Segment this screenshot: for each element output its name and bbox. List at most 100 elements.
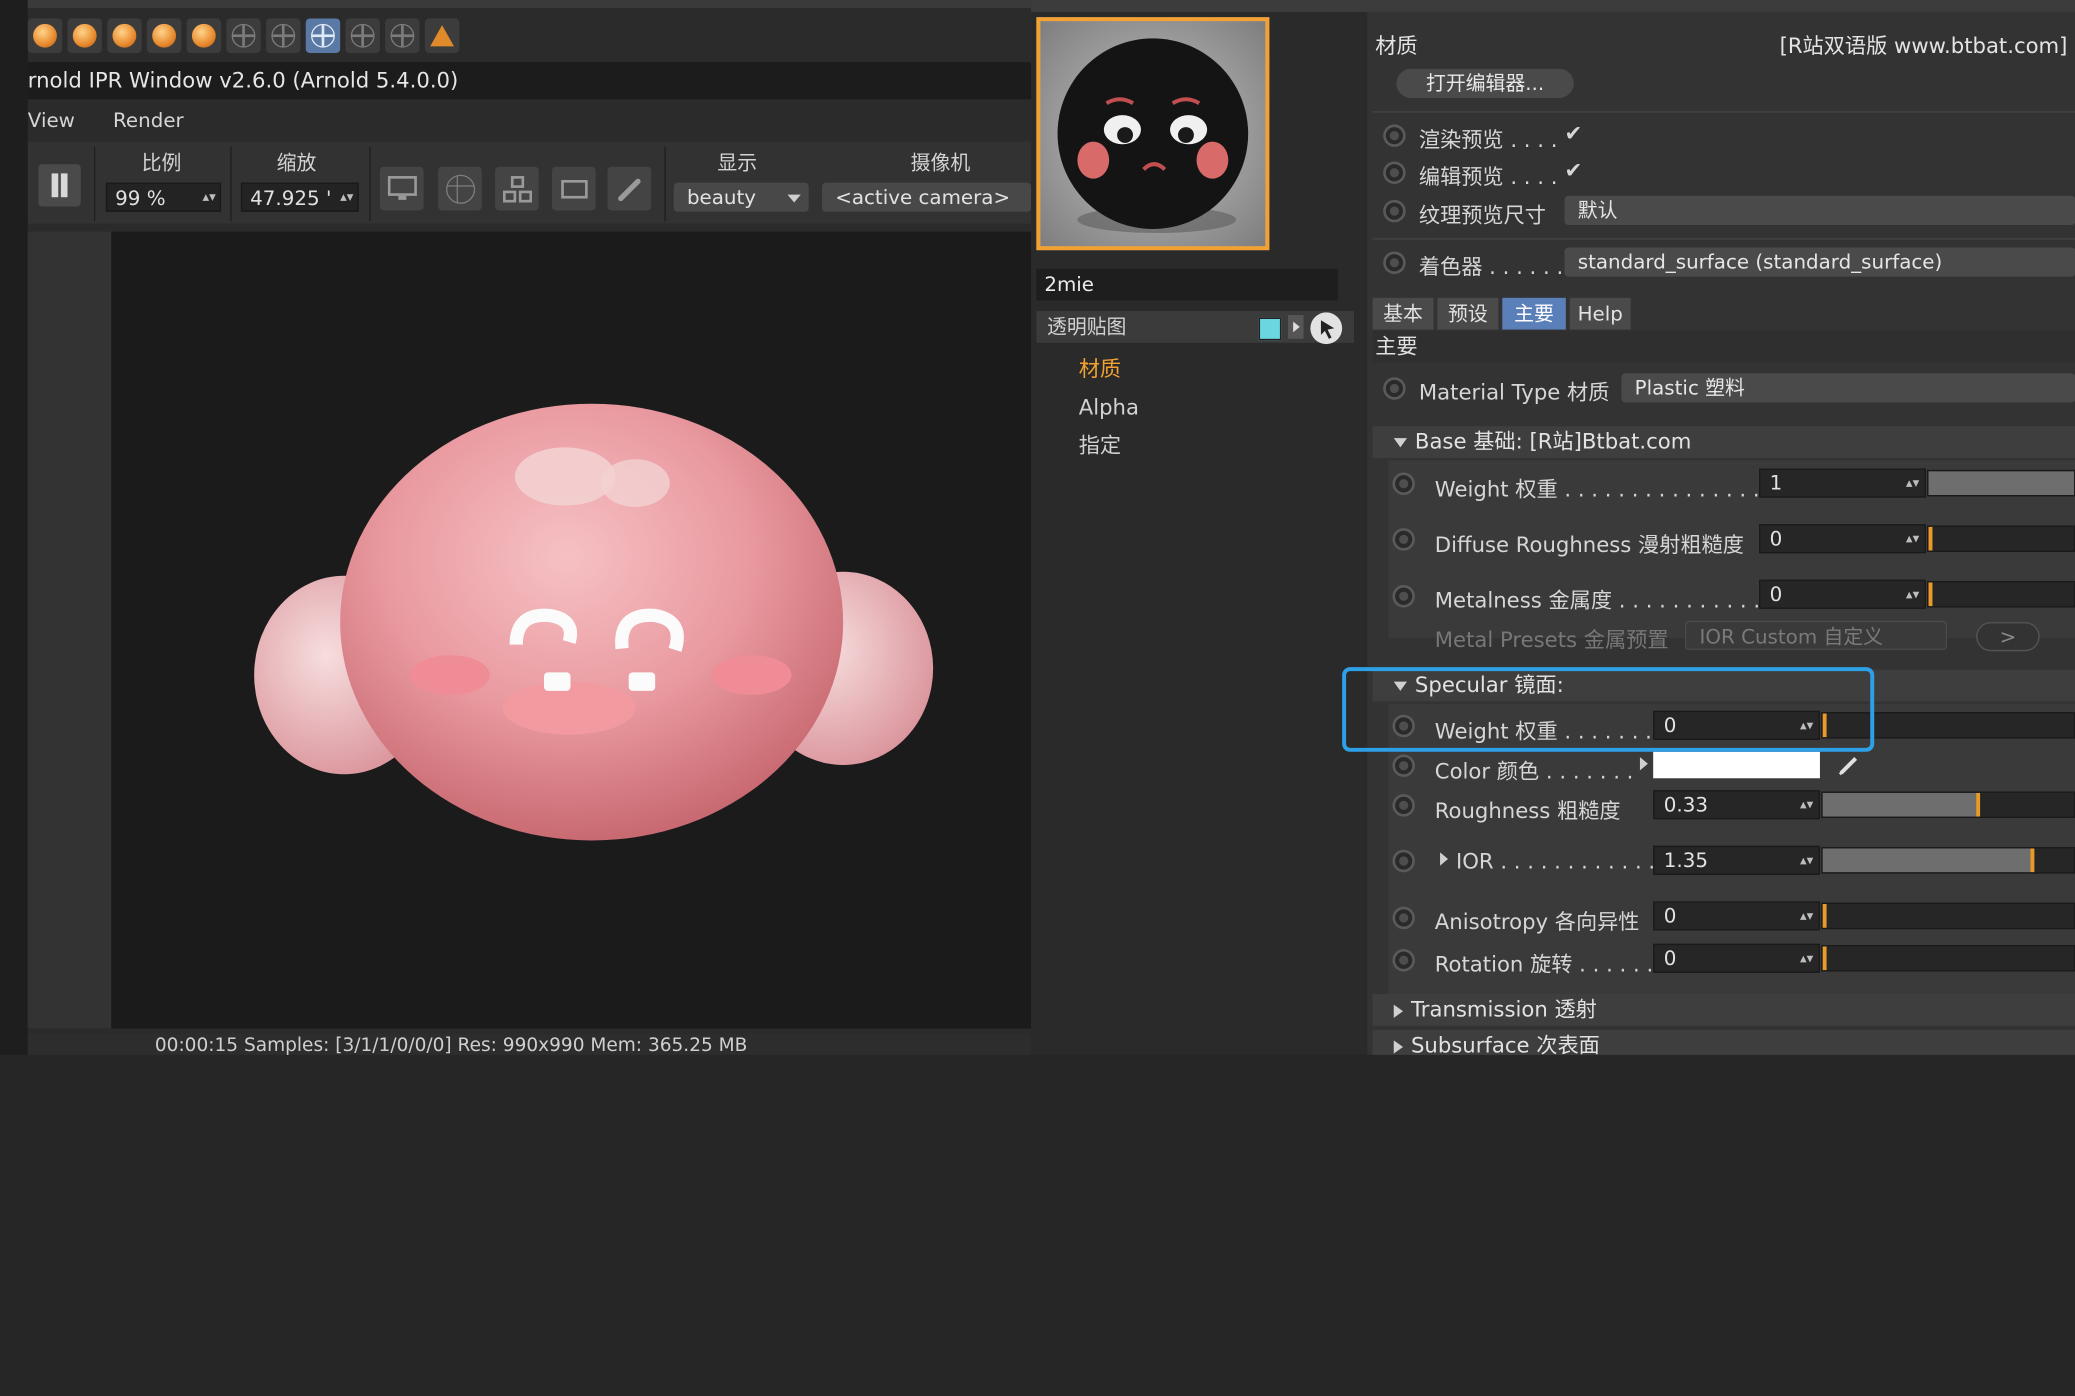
radio-material-type[interactable] <box>1383 377 1406 400</box>
material-name-field[interactable]: 2mie <box>1036 268 1339 301</box>
base-weight-field[interactable]: 1 ▴▾ <box>1759 468 1926 498</box>
base-weight-label: Weight 权重 . . . . . . . . . . . . . . . … <box>1434 476 1774 502</box>
radio-edit-preview[interactable] <box>1383 161 1406 184</box>
ior-field[interactable]: 1.35 ▴▾ <box>1653 845 1820 875</box>
ior-label: IOR . . . . . . . . . . . . <box>1455 848 1656 874</box>
render-preview-checkbox[interactable]: ✔ <box>1564 120 1582 145</box>
monitor-icon <box>387 175 417 200</box>
menu-render[interactable]: Render <box>113 109 184 133</box>
tab-main[interactable]: 主要 <box>1502 297 1566 330</box>
specular-color-swatch[interactable] <box>1653 751 1820 779</box>
render-orb-button-3[interactable] <box>107 18 142 53</box>
tab-presets[interactable]: 预设 <box>1437 297 1499 330</box>
transmission-section-header[interactable]: Transmission 透射 <box>1372 994 2075 1026</box>
divider <box>664 146 666 222</box>
ior-slider[interactable] <box>1821 847 2075 874</box>
open-editor-button[interactable]: 打开编辑器... <box>1396 68 1574 98</box>
render-orb-button-5[interactable] <box>186 18 222 53</box>
radio-texture-preview-size[interactable] <box>1383 199 1406 223</box>
globe-icon <box>445 174 475 204</box>
channel-item-alpha[interactable]: Alpha <box>1079 388 1139 426</box>
specular-roughness-field[interactable]: 0.33 ▴▾ <box>1653 790 1820 820</box>
camera-label: 摄像机 <box>910 150 971 175</box>
metalness-value: 0 <box>1769 582 1783 607</box>
material-type-dropdown[interactable]: Plastic 塑料 <box>1621 373 2075 403</box>
radio-render-preview[interactable] <box>1383 124 1406 147</box>
globe-button-2[interactable] <box>266 18 301 53</box>
render-status: 00:00:15 Samples: [3/1/1/0/0/0] Res: 990… <box>154 1035 748 1055</box>
diffuse-roughness-slider[interactable] <box>1927 525 2075 552</box>
radio-base-weight[interactable] <box>1392 472 1415 496</box>
tab-basic[interactable]: 基本 <box>1372 297 1434 330</box>
texture-preview-size-dropdown[interactable]: 默认 <box>1564 195 2075 226</box>
diffuse-roughness-value: 0 <box>1769 526 1783 551</box>
metal-presets-dropdown[interactable]: IOR Custom 自定义 <box>1684 620 1948 650</box>
camera-dropdown[interactable]: <active camera> <box>821 182 1032 212</box>
edit-preview-checkbox[interactable]: ✔ <box>1564 158 1582 183</box>
radio-rotation[interactable] <box>1392 949 1415 972</box>
tab-help[interactable]: Help <box>1569 297 1631 330</box>
metalness-label: Metalness 金属度 . . . . . . . . . . . <box>1434 587 1761 613</box>
zoom-stepper[interactable]: 47.925 ' ▴▾ <box>240 182 359 212</box>
specular-roughness-slider[interactable] <box>1821 791 2075 818</box>
menu-view[interactable]: View <box>28 109 75 133</box>
stepper-arrows-icon: ▴▾ <box>1800 853 1814 869</box>
arnold-button[interactable] <box>424 18 460 53</box>
globe-button-3[interactable] <box>345 18 380 53</box>
radio-specular-color[interactable] <box>1392 754 1415 777</box>
radio-specular-roughness[interactable] <box>1392 794 1415 817</box>
expand-triangle-icon[interactable] <box>1440 852 1449 866</box>
radio-metalness[interactable] <box>1392 585 1415 608</box>
render-orb-button-1[interactable] <box>27 18 63 53</box>
render-orb-button-4[interactable] <box>146 18 182 53</box>
base-weight-slider[interactable] <box>1927 469 2075 497</box>
color-picker-icon[interactable] <box>1836 752 1862 778</box>
scale-stepper[interactable]: 99 % ▴▾ <box>105 182 222 212</box>
region-button[interactable] <box>551 166 596 211</box>
eyedropper-button[interactable] <box>607 166 652 211</box>
render-orb-button-2[interactable] <box>67 18 102 53</box>
radio-shader[interactable] <box>1383 251 1406 274</box>
specular-roughness-value: 0.33 <box>1663 792 1708 817</box>
channel-item-assign[interactable]: 指定 <box>1079 426 1139 464</box>
metalness-field[interactable]: 0 ▴▾ <box>1759 579 1926 609</box>
rotation-label: Rotation 旋转 . . . . . . <box>1434 951 1654 977</box>
display-dropdown[interactable]: beauty <box>673 182 809 212</box>
render-view[interactable] <box>112 231 1032 1029</box>
region-icon <box>560 179 588 198</box>
attribute-header: 材质 [R站双语版 www.btbat.com] <box>1373 28 2075 59</box>
eyedropper-icon <box>617 178 640 201</box>
anisotropy-slider[interactable] <box>1821 902 2075 930</box>
radio-diffuse-roughness[interactable] <box>1392 528 1415 551</box>
expand-triangle-icon[interactable] <box>1639 757 1648 771</box>
stepper-arrows-icon: ▴▾ <box>202 190 216 206</box>
globe-button-1[interactable] <box>226 18 261 53</box>
monitor-button[interactable] <box>379 166 424 211</box>
radio-ior[interactable] <box>1392 849 1415 873</box>
diffuse-roughness-field[interactable]: 0 ▴▾ <box>1759 524 1926 554</box>
viewport-left-margin <box>27 231 113 1029</box>
zoom-label: 缩放 <box>276 150 317 175</box>
anisotropy-field[interactable]: 0 ▴▾ <box>1653 901 1820 931</box>
rotation-slider[interactable] <box>1821 945 2075 972</box>
globe-button-active[interactable] <box>305 18 341 53</box>
attribute-panel: 材质 [R站双语版 www.btbat.com] 打开编辑器... 渲染预览 .… <box>1367 11 2075 1055</box>
pointer-icon[interactable] <box>1309 311 1343 345</box>
layout-button[interactable] <box>495 166 539 211</box>
material-preview[interactable] <box>1036 17 1270 251</box>
metalness-slider[interactable] <box>1927 581 2075 608</box>
channel-row-transparency-map[interactable]: 透明贴图 <box>1036 311 1355 345</box>
cube-button[interactable] <box>385 18 420 53</box>
base-section-header[interactable]: Base 基础: [R站]Btbat.com <box>1372 426 2075 458</box>
channel-item-material[interactable]: 材质 <box>1079 349 1139 387</box>
subsurface-section-header[interactable]: Subsurface 次表面 <box>1372 1029 2075 1055</box>
metal-presets-apply-button[interactable]: > <box>1976 622 2040 652</box>
scale-label: 比例 <box>141 150 182 175</box>
globe-view-button[interactable] <box>438 166 482 211</box>
watermark-text: [R站双语版 www.btbat.com] <box>1779 33 2068 59</box>
radio-anisotropy[interactable] <box>1392 906 1415 930</box>
play-arrow-icon[interactable] <box>1287 315 1304 339</box>
shader-dropdown[interactable]: standard_surface (standard_surface) <box>1564 247 2075 277</box>
pause-icon[interactable] <box>38 164 81 207</box>
rotation-field[interactable]: 0 ▴▾ <box>1653 943 1820 973</box>
